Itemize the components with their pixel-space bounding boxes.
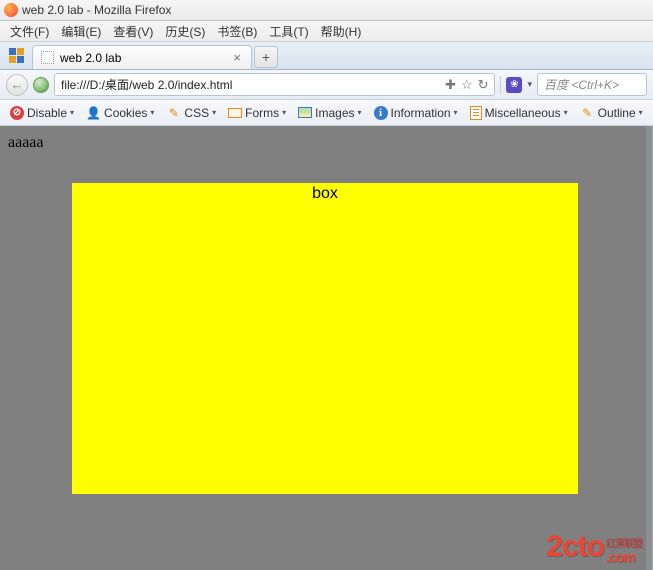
reload-icon[interactable]: ↻ [478, 77, 489, 93]
menu-help[interactable]: 帮助(H) [315, 21, 368, 42]
page-body-text: aaaaa [8, 134, 44, 152]
search-placeholder: 百度 <Ctrl+K> [544, 76, 619, 93]
nav-divider [500, 76, 501, 94]
images-icon [298, 107, 312, 118]
menu-file[interactable]: 文件(F) [4, 21, 55, 42]
devbar-cookies-label: Cookies [104, 106, 147, 120]
chevron-down-icon: ▾ [150, 108, 154, 117]
menu-bar: 文件(F) 编辑(E) 查看(V) 历史(S) 书签(B) 工具(T) 帮助(H… [0, 21, 653, 42]
watermark-com: .com [606, 550, 635, 564]
menu-bookmarks[interactable]: 书签(B) [211, 21, 263, 42]
css-icon: ✎ [166, 105, 181, 120]
devbar-css[interactable]: ✎ CSS ▾ [162, 103, 220, 122]
page-viewport: aaaaa box 2cto 红黑联盟 .com [0, 126, 653, 570]
firefox-icon [4, 3, 18, 17]
devbar-disable-label: Disable [27, 106, 67, 120]
devbar-miscellaneous[interactable]: Miscellaneous ▾ [466, 104, 572, 122]
nav-bar: ← ✚ ☆ ↻ ❀ ▾ 百度 <Ctrl+K> [0, 70, 653, 100]
tab-favicon [41, 51, 54, 64]
devbar-css-label: CSS [184, 106, 209, 120]
title-bar: web 2.0 lab - Mozilla Firefox [0, 0, 653, 21]
menu-edit[interactable]: 编辑(E) [55, 21, 107, 42]
tab-strip: web 2.0 lab × + [0, 42, 653, 70]
chevron-down-icon: ▾ [358, 108, 362, 117]
url-bar[interactable]: ✚ ☆ ↻ [54, 73, 495, 96]
cookies-icon: 👤 [86, 105, 101, 120]
page-box: box [72, 183, 578, 494]
tab-groups-icon[interactable] [6, 45, 26, 65]
window-title: web 2.0 lab - Mozilla Firefox [22, 3, 171, 17]
chevron-down-icon: ▾ [282, 108, 286, 117]
tab-active[interactable]: web 2.0 lab × [32, 45, 252, 69]
devbar-outline[interactable]: ✎ Outline ▾ [576, 103, 647, 122]
miscellaneous-icon [470, 106, 482, 120]
devbar-images-label: Images [315, 106, 354, 120]
devbar-miscellaneous-label: Miscellaneous [485, 106, 561, 120]
chevron-down-icon: ▾ [70, 108, 74, 117]
devbar-disable[interactable]: ⊘ Disable ▾ [6, 104, 78, 122]
browser-window: web 2.0 lab - Mozilla Firefox 文件(F) 编辑(E… [0, 0, 653, 570]
web-developer-toolbar: ⊘ Disable ▾ 👤 Cookies ▾ ✎ CSS ▾ Forms ▾ … [0, 100, 653, 126]
information-icon: i [374, 106, 388, 120]
search-engine-icon[interactable]: ❀ [506, 77, 522, 93]
tab-title: web 2.0 lab [60, 51, 121, 65]
tab-close-button[interactable]: × [231, 50, 243, 65]
vertical-scrollbar[interactable] [646, 126, 652, 570]
devbar-information[interactable]: i Information ▾ [370, 104, 462, 122]
search-engine-dropdown-icon[interactable]: ▾ [527, 79, 532, 90]
devbar-images[interactable]: Images ▾ [294, 104, 365, 122]
devbar-forms-label: Forms [245, 106, 279, 120]
chevron-down-icon: ▾ [454, 108, 458, 117]
menu-view[interactable]: 查看(V) [107, 21, 159, 42]
site-identity-icon[interactable] [33, 77, 49, 93]
menu-tools[interactable]: 工具(T) [263, 21, 314, 42]
watermark-main: 2cto [546, 530, 604, 564]
page-box-text: box [312, 185, 338, 202]
outline-icon: ✎ [580, 105, 595, 120]
favorite-add-icon[interactable]: ✚ [445, 77, 456, 93]
menu-history[interactable]: 历史(S) [159, 21, 211, 42]
devbar-outline-label: Outline [598, 106, 636, 120]
forms-icon [228, 108, 242, 118]
devbar-cookies[interactable]: 👤 Cookies ▾ [82, 103, 158, 122]
url-action-icons: ✚ ☆ ↻ [445, 77, 488, 93]
disable-icon: ⊘ [10, 106, 24, 120]
new-tab-button[interactable]: + [254, 46, 278, 68]
devbar-forms[interactable]: Forms ▾ [224, 104, 290, 122]
bookmark-star-icon[interactable]: ☆ [461, 77, 473, 93]
chevron-down-icon: ▾ [212, 108, 216, 117]
devbar-information-label: Information [391, 106, 451, 120]
watermark-logo: 2cto 红黑联盟 .com [546, 530, 642, 564]
search-box[interactable]: 百度 <Ctrl+K> [537, 73, 647, 96]
chevron-down-icon: ▾ [564, 108, 568, 117]
chevron-down-icon: ▾ [639, 108, 643, 117]
url-input[interactable] [61, 78, 440, 92]
back-button[interactable]: ← [6, 74, 28, 96]
